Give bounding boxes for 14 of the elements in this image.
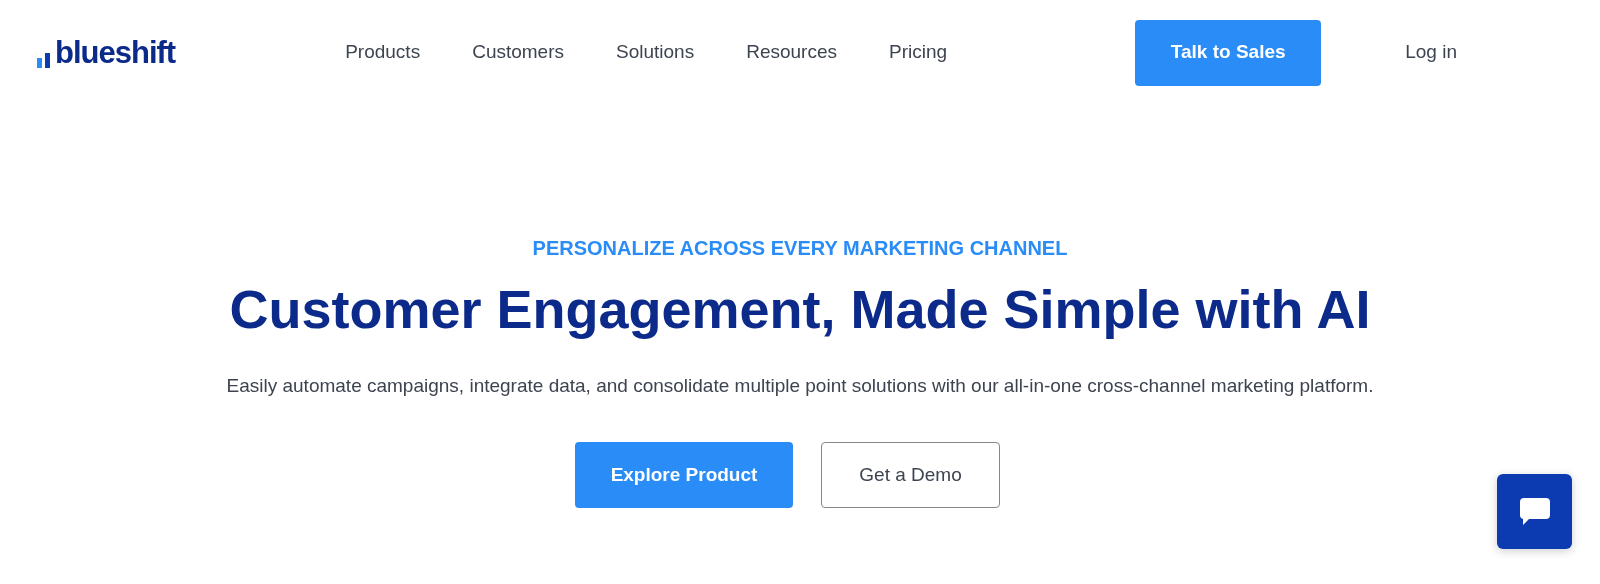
logo[interactable]: blueshift	[55, 37, 176, 68]
logo-bars-icon	[37, 50, 51, 68]
eyebrow-text: PERSONALIZE ACROSS EVERY MARKETING CHANNEL	[531, 236, 1069, 261]
login-link[interactable]: Log in	[1405, 38, 1457, 67]
nav-link[interactable]: Products	[345, 38, 421, 67]
demo-button[interactable]: Get a Demo	[821, 442, 1000, 509]
chat-icon	[1517, 495, 1552, 528]
nav-link[interactable]: Resources	[746, 38, 837, 67]
nav-link[interactable]: Customers	[472, 38, 564, 67]
nav-link[interactable]: Pricing	[889, 38, 948, 67]
nav-link[interactable]: Solutions	[616, 38, 695, 67]
hero-subtitle: Easily automate campaigns, integrate data, and consolidate multiple point solutions with our all-in-one cross-channel marketing platform.	[225, 373, 1375, 398]
hero-title: Customer Engagement, Made Simple with AI	[228, 278, 1372, 341]
chat-button[interactable]	[1497, 474, 1572, 549]
